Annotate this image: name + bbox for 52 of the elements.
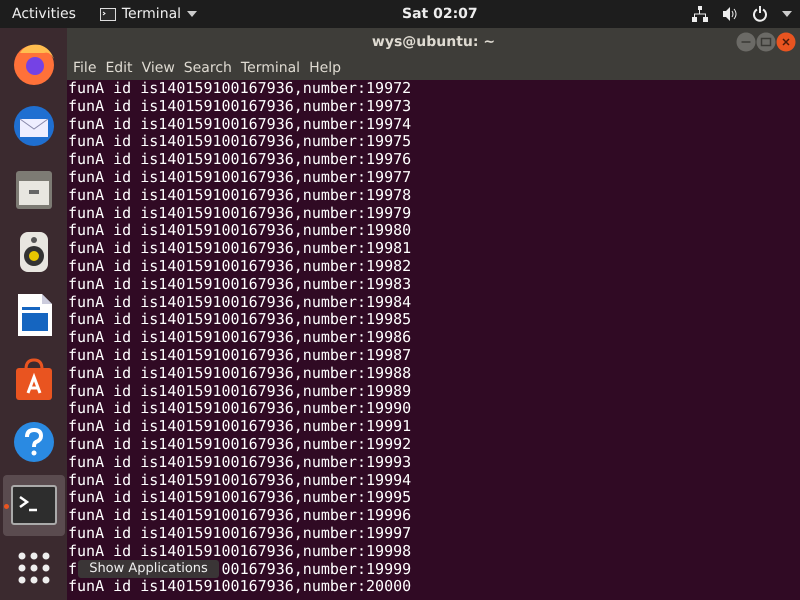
terminal-icon <box>100 8 116 20</box>
terminal-line: funA id is140159100167936,number:19984 <box>68 294 412 312</box>
terminal-line: funA id is140159100167936,number:19981 <box>68 240 412 258</box>
terminal-line: funA id is140159100167936,number:19973 <box>68 98 412 116</box>
terminal-text: 00167936,number:19999 <box>222 560 412 578</box>
terminal-line: funA id is140159100167936,number:19976 <box>68 151 412 169</box>
terminal-line: funA id is140159100167936,number:19993 <box>68 454 412 472</box>
terminal-line: funA id is140159100167936,number:19983 <box>68 276 412 294</box>
terminal-icon <box>10 485 56 526</box>
window-title: wys@ubuntu: ~ <box>372 34 496 50</box>
activities-button[interactable]: Activities <box>12 6 76 22</box>
menu-item[interactable]: View <box>138 60 179 76</box>
terminal-line: funA id is140159100167936,number:19978 <box>68 186 412 205</box>
terminal-line: funA id is140159100167936,number:19982 <box>68 258 412 276</box>
dropdown-icon[interactable] <box>782 11 792 17</box>
menu-item[interactable]: Help <box>305 60 345 76</box>
menu-item[interactable]: Edit <box>101 60 137 76</box>
terminal-line: funA id is140159100167936,number:19998 <box>68 542 412 561</box>
volume-icon[interactable] <box>722 6 738 22</box>
menu-item[interactable]: File <box>69 60 100 76</box>
terminal-line: funA id is140159100167936,number:19985 <box>68 311 412 330</box>
dropdown-icon[interactable] <box>187 11 198 17</box>
terminal-line: funA id is140159100167936,number:19987 <box>68 346 412 365</box>
close-button[interactable] <box>776 32 796 52</box>
running-indicator <box>4 504 8 509</box>
app-menu[interactable]: Terminal <box>122 6 182 22</box>
terminal-line: funA id is140159100167936,number:19996 <box>68 507 412 525</box>
terminal-line: funA id is140159100167936,number:19980 <box>68 222 412 240</box>
menu-item[interactable]: Terminal <box>236 60 304 76</box>
tooltip: Show Applications <box>78 560 219 578</box>
terminal-line: funA id is140159100167936,number:19994 <box>68 472 412 490</box>
terminal-line: funA id is140159100167936,number:19972 <box>68 80 412 98</box>
app-grid-icon <box>16 551 50 586</box>
network-icon[interactable] <box>692 6 708 22</box>
terminal-line: funA id is140159100167936,number:19975 <box>68 133 412 152</box>
clock[interactable]: Sat 02:07 <box>402 6 478 22</box>
terminal-line: funA id is140159100167936,number:19990 <box>68 400 412 418</box>
terminal-line: funA id is140159100167936,number:19992 <box>68 436 412 454</box>
terminal-line: funA id is140159100167936,number:19995 <box>68 489 412 508</box>
menu-item[interactable]: Search <box>180 60 236 76</box>
terminal-line: funA id is140159100167936,number:19997 <box>68 524 412 543</box>
terminal-line: funA id is140159100167936,number:19988 <box>68 364 412 383</box>
dock-item[interactable] <box>2 474 64 536</box>
terminal-line: funA id is140159100167936,number:19989 <box>68 382 412 400</box>
terminal-line: funA id is140159100167936,number:19977 <box>68 168 412 187</box>
terminal-line: funA id is140159100167936,number:19986 <box>68 329 412 347</box>
terminal-text: f <box>68 560 78 578</box>
terminal-line: funA id is140159100167936,number:20000 <box>68 578 412 596</box>
terminal-line: funA id is140159100167936,number:19979 <box>68 204 412 222</box>
power-icon[interactable] <box>752 6 768 22</box>
terminal-line: funA id is140159100167936,number:19974 <box>68 116 412 134</box>
terminal-line: funA id is140159100167936,number:19991 <box>68 418 412 436</box>
